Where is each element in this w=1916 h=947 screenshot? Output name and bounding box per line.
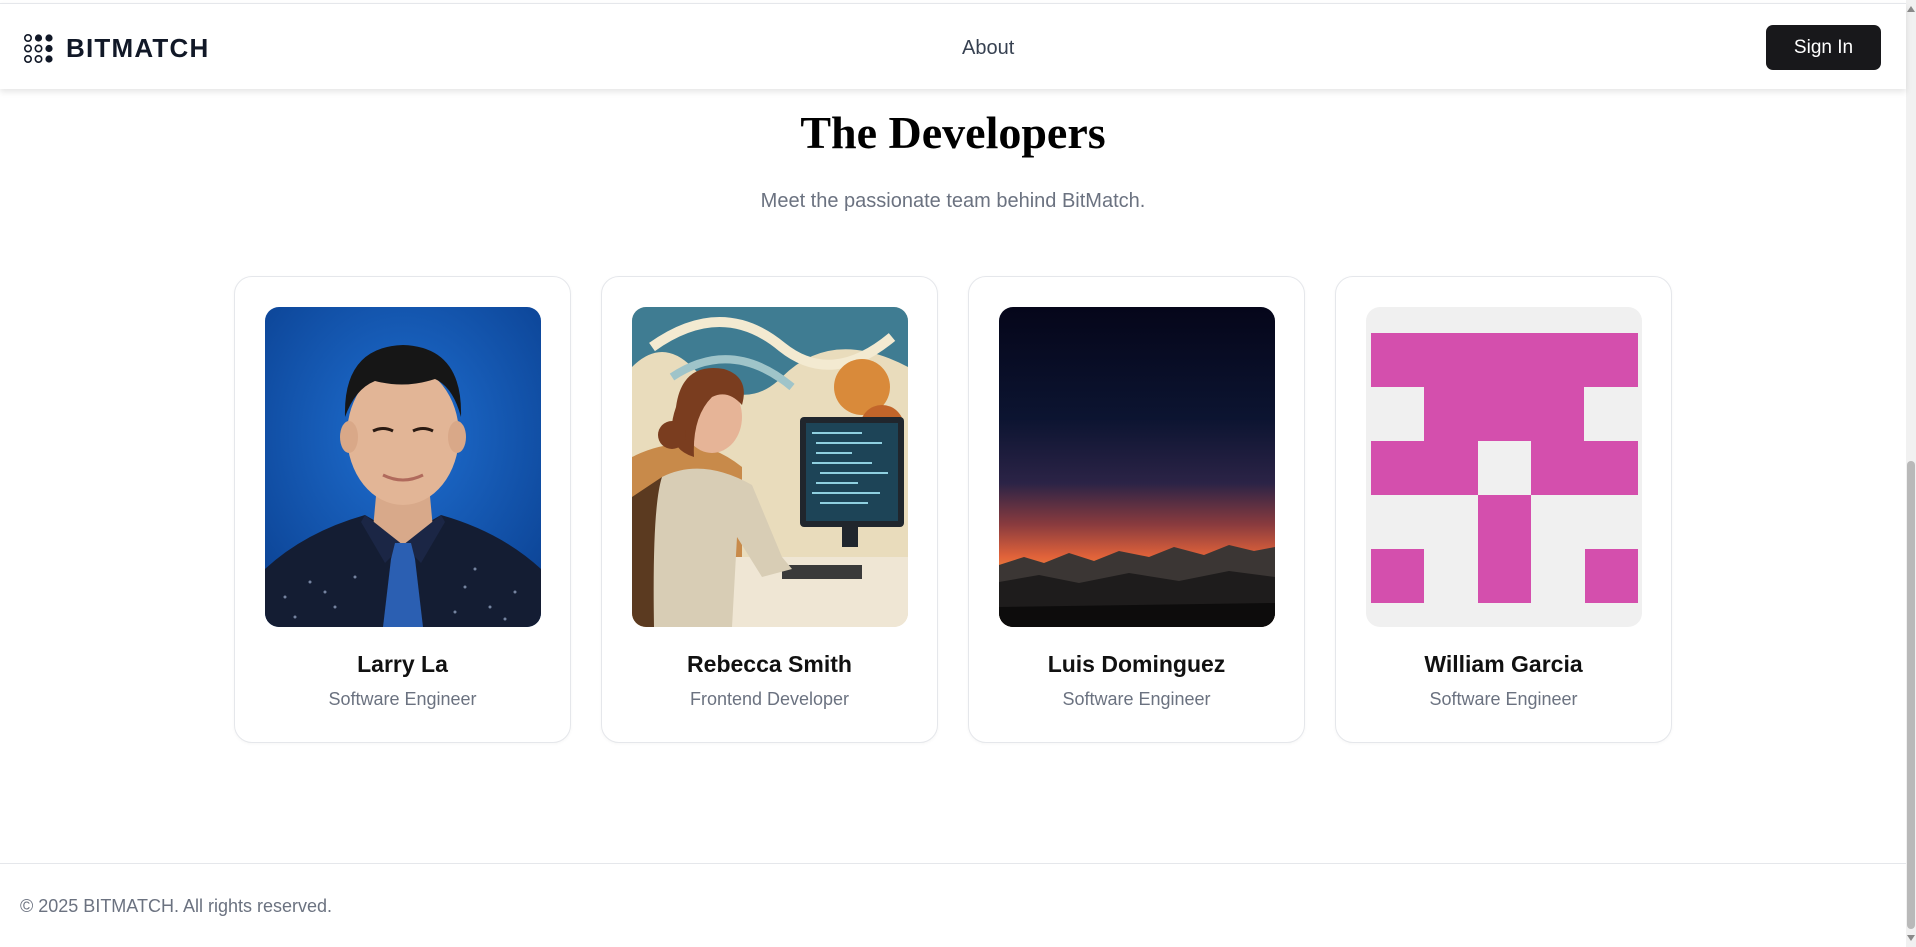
dot-grid-logo-icon xyxy=(24,34,53,63)
brand-name: BITMATCH xyxy=(66,33,210,63)
nav-link-about[interactable]: About xyxy=(962,37,1014,60)
developer-photo-larry xyxy=(265,307,541,627)
footer-divider xyxy=(0,863,1906,864)
developer-name: Rebecca Smith xyxy=(687,651,852,677)
scroll-up-arrow-icon[interactable] xyxy=(1907,6,1915,12)
page-title: The Developers xyxy=(800,107,1106,158)
page: BITMATCH About Sign In The Developers Me… xyxy=(0,0,1916,947)
footer-copyright: © 2025 BITMATCH. All rights reserved. xyxy=(20,896,333,916)
brand-logo-link[interactable]: BITMATCH xyxy=(24,33,209,64)
developer-name: Luis Dominguez xyxy=(1047,651,1226,677)
scrollbar-thumb[interactable] xyxy=(1907,461,1915,929)
developer-card: Rebecca Smith Frontend Developer xyxy=(601,276,938,743)
developer-photo-rebecca xyxy=(632,307,908,627)
developer-role: Software Engineer xyxy=(1062,689,1211,709)
developer-photo-luis xyxy=(999,307,1275,627)
developer-role: Software Engineer xyxy=(328,689,477,709)
developer-role: Frontend Developer xyxy=(689,689,850,709)
developer-card: Larry La Software Engineer xyxy=(234,276,571,743)
developer-name: Larry La xyxy=(357,651,448,677)
page-subtitle: Meet the passionate team behind BitMatch… xyxy=(760,190,1146,212)
developer-card: William Garcia Software Engineer xyxy=(1335,276,1672,743)
developer-role: Software Engineer xyxy=(1429,689,1578,709)
vertical-scrollbar[interactable] xyxy=(1906,0,1916,947)
sign-in-button[interactable]: Sign In xyxy=(1766,25,1881,70)
top-navbar: BITMATCH About Sign In xyxy=(0,3,1906,89)
scroll-down-arrow-icon[interactable] xyxy=(1907,935,1915,941)
developer-name: William Garcia xyxy=(1424,651,1583,677)
developer-card: Luis Dominguez Software Engineer xyxy=(968,276,1305,743)
developer-identicon-william xyxy=(1366,307,1642,627)
